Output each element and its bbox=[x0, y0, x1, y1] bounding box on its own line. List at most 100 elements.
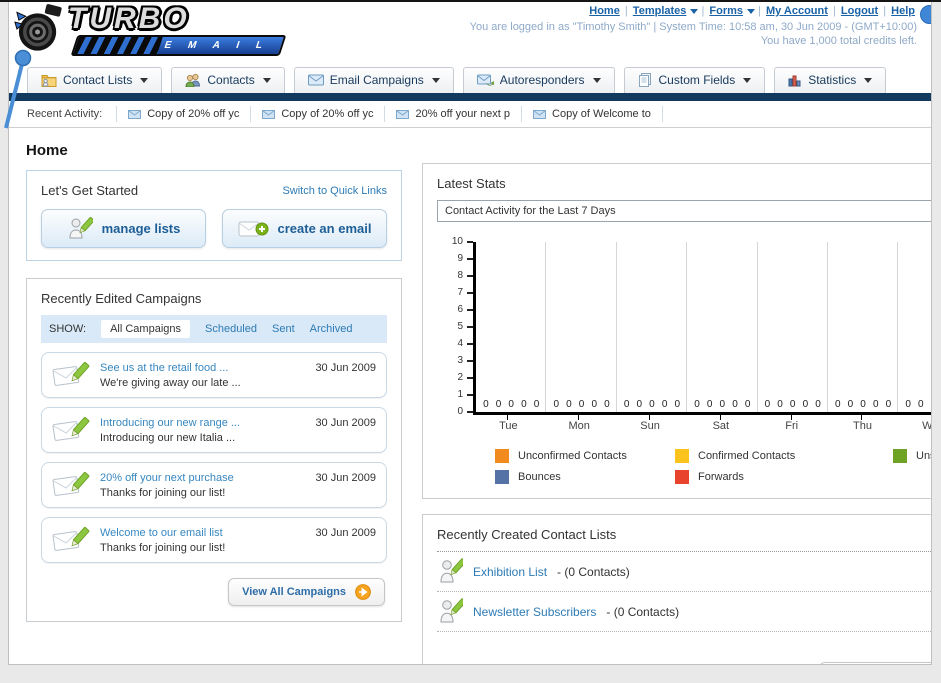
tab-statistics[interactable]: Statistics bbox=[774, 67, 887, 93]
contact-activity-chart: 0 1 2 3 4 5 6 7 8 9 10 000000000000000000000000000… bbox=[437, 236, 931, 484]
see-all-contact-lists-button[interactable]: See All Contact Lists bbox=[818, 662, 931, 664]
view-all-campaigns-label: View All Campaigns bbox=[242, 586, 346, 598]
turbo-email-logo: TURBO E M A I L bbox=[13, 2, 287, 60]
top-link-my-account[interactable]: My Account bbox=[766, 5, 828, 17]
tab-contacts[interactable]: Contacts bbox=[171, 67, 285, 93]
bar-group-value-labels: 00000 bbox=[905, 399, 931, 410]
campaign-date: 30 Jun 2009 bbox=[315, 472, 376, 484]
contact-list-row[interactable]: Newsletter Subscribers - (0 Contacts) bbox=[437, 592, 931, 632]
page-title: Home bbox=[26, 142, 68, 159]
campaign-row[interactable]: See us at the retail food ... We're givi… bbox=[41, 352, 387, 398]
window-top-border bbox=[0, 0, 941, 2]
chevron-down-icon bbox=[747, 8, 755, 14]
main-content: Home Let's Get Started Switch to Quick L… bbox=[9, 128, 931, 664]
x-axis-tick-mark bbox=[578, 415, 580, 420]
x-axis-category-label: Sat bbox=[712, 420, 730, 432]
person-pencil-icon bbox=[440, 558, 463, 583]
orange-arrow-icon bbox=[355, 584, 371, 600]
legend-item: Unconfirmed Contacts bbox=[495, 449, 675, 463]
campaign-row[interactable]: Welcome to our email list Thanks for joi… bbox=[41, 517, 387, 563]
bar-group-value-labels: 00000 bbox=[483, 399, 540, 410]
latest-stats-title: Latest Stats bbox=[437, 176, 506, 191]
filter-all-campaigns[interactable]: All Campaigns bbox=[101, 320, 190, 338]
help-bubble-icon[interactable] bbox=[920, 5, 931, 24]
campaign-subtitle: Thanks for joining our list! bbox=[100, 541, 226, 554]
top-link-templates[interactable]: Templates bbox=[633, 5, 687, 17]
recent-contact-lists-panel: Recently Created Contact Lists Exhibitio… bbox=[422, 514, 931, 664]
navigation-divider-bar bbox=[9, 93, 931, 101]
y-axis-tick-label: 3 bbox=[457, 355, 463, 366]
legend-label: Unconfirmed Contacts bbox=[518, 450, 627, 462]
recent-activity-item-label: Copy of 20% off yc bbox=[281, 108, 374, 120]
filter-scheduled[interactable]: Scheduled bbox=[205, 323, 257, 335]
x-axis-category-label: Fri bbox=[785, 420, 799, 432]
tab-label: Contacts bbox=[207, 73, 255, 87]
recent-contact-lists-title: Recently Created Contact Lists bbox=[437, 527, 617, 542]
campaign-subtitle: Thanks for joining our list! bbox=[100, 486, 226, 499]
envelope-icon bbox=[128, 109, 142, 119]
recent-activity-item[interactable]: Copy of 20% off yc bbox=[116, 106, 252, 122]
contact-list-name-link[interactable]: Exhibition List bbox=[473, 565, 547, 579]
turbo-spiral-icon bbox=[14, 4, 62, 51]
y-axis-tick-label: 6 bbox=[457, 304, 463, 315]
campaign-title-link[interactable]: Welcome to our email list bbox=[100, 527, 305, 539]
recent-activity-item[interactable]: Copy of Welcome to bbox=[522, 106, 663, 122]
envelope-icon bbox=[533, 109, 547, 119]
top-link-forms[interactable]: Forms bbox=[709, 5, 743, 17]
tab-label: Email Campaigns bbox=[329, 73, 424, 87]
y-axis-tick-label: 4 bbox=[457, 338, 463, 349]
recent-activity-bar: Recent Activity: Copy of 20% off yc Copy… bbox=[9, 101, 931, 128]
y-axis-tick-label: 8 bbox=[457, 270, 463, 281]
get-started-panel: Let's Get Started Switch to Quick Links bbox=[26, 170, 402, 261]
switch-quick-links[interactable]: Switch to Quick Links bbox=[282, 185, 387, 197]
envelope-plus-icon bbox=[238, 221, 269, 236]
recent-activity-item-label: Copy of 20% off yc bbox=[147, 108, 240, 120]
top-link-help[interactable]: Help bbox=[891, 5, 915, 17]
email-campaigns-icon bbox=[307, 74, 324, 86]
gridline bbox=[615, 242, 617, 412]
manage-lists-button[interactable]: manage lists bbox=[41, 209, 206, 248]
tab-autoresponders[interactable]: Autoresponders bbox=[462, 67, 615, 93]
chevron-down-icon bbox=[262, 77, 271, 83]
recent-campaigns-title: Recently Edited Campaigns bbox=[41, 291, 202, 306]
tab-custom-fields[interactable]: Custom Fields bbox=[623, 67, 766, 93]
y-axis-tick-label: 0 bbox=[457, 406, 463, 417]
tab-label: Contact Lists bbox=[63, 73, 133, 87]
envelope-pencil-icon bbox=[52, 526, 90, 551]
contact-list-row[interactable]: Exhibition List - (0 Contacts) bbox=[437, 552, 931, 592]
recent-activity-item[interactable]: 20% off your next p bbox=[385, 106, 523, 122]
stats-dropdown[interactable]: Contact Activity for the Last 7 Days bbox=[437, 200, 931, 222]
legend-label: Forwards bbox=[698, 471, 744, 483]
campaign-title-link[interactable]: See us at the retail food ... bbox=[100, 362, 305, 374]
filter-archived[interactable]: Archived bbox=[310, 323, 353, 335]
tab-contact-lists[interactable]: Contact Lists bbox=[27, 67, 163, 93]
recent-activity-item[interactable]: Copy of 20% off yc bbox=[251, 106, 386, 122]
create-email-button[interactable]: create an email bbox=[222, 209, 387, 248]
view-all-campaigns-button[interactable]: View All Campaigns bbox=[228, 578, 385, 606]
contact-list-name-link[interactable]: Newsletter Subscribers bbox=[473, 605, 596, 619]
legend-item: Confirmed Contacts bbox=[675, 449, 893, 463]
envelope-icon bbox=[396, 109, 410, 119]
x-axis-category-label: Tue bbox=[499, 420, 518, 432]
campaign-list: See us at the retail food ... We're givi… bbox=[41, 352, 387, 563]
campaign-row[interactable]: Introducing our new range ... Introducin… bbox=[41, 407, 387, 453]
y-axis-tick-label: 10 bbox=[451, 236, 463, 247]
top-link-home[interactable]: Home bbox=[589, 5, 620, 17]
gridline bbox=[545, 242, 547, 412]
contact-list-count: - (0 Contacts) bbox=[557, 564, 630, 579]
campaign-subtitle: We're giving away our late ... bbox=[100, 376, 241, 389]
top-link-logout[interactable]: Logout bbox=[841, 5, 878, 17]
campaign-filter-bar: SHOW: All Campaigns Scheduled Sent Archi… bbox=[41, 315, 387, 343]
chevron-down-icon bbox=[431, 77, 440, 83]
campaign-date: 30 Jun 2009 bbox=[315, 417, 376, 429]
bar-group-value-labels: 00000 bbox=[553, 399, 610, 410]
filter-sent[interactable]: Sent bbox=[272, 323, 295, 335]
campaign-title-link[interactable]: Introducing our new range ... bbox=[100, 417, 305, 429]
y-axis-tick-label: 1 bbox=[457, 389, 463, 400]
campaign-title-link[interactable]: 20% off your next purchase bbox=[100, 472, 305, 484]
tab-email-campaigns[interactable]: Email Campaigns bbox=[293, 67, 454, 93]
y-axis-tick-label: 5 bbox=[457, 321, 463, 332]
campaign-date: 30 Jun 2009 bbox=[315, 527, 376, 539]
campaign-row[interactable]: 20% off your next purchase Thanks for jo… bbox=[41, 462, 387, 508]
envelope-pencil-icon bbox=[52, 471, 90, 496]
